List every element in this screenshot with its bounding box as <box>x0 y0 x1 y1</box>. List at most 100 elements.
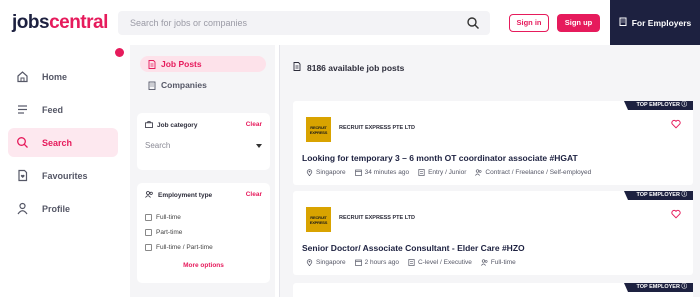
home-icon <box>16 70 42 83</box>
job-category-clear-button[interactable]: Clear <box>246 121 262 128</box>
top-employer-label: TOP EMPLOYER <box>636 102 680 108</box>
top-employer-label: TOP EMPLOYER <box>636 192 680 198</box>
job-category-select[interactable]: Search <box>145 138 262 154</box>
info-icon: ⓘ <box>681 284 687 290</box>
heart-icon[interactable] <box>671 116 681 129</box>
document-icon <box>293 62 301 73</box>
nav-label-feed: Feed <box>42 104 64 115</box>
job-card[interactable]: TOP EMPLOYER ⓘ <box>293 283 693 297</box>
top-employer-badge: TOP EMPLOYER ⓘ <box>624 101 693 110</box>
search-bar <box>118 11 490 35</box>
job-level-text: Entry / Junior <box>428 169 467 176</box>
checkbox-label: Full-time <box>156 214 181 221</box>
job-level: Entry / Junior <box>418 169 466 176</box>
checkbox[interactable] <box>145 229 152 236</box>
company-logo[interactable]: RECRUIT EXPRESS <box>306 117 331 142</box>
for-employers-button[interactable]: For Employers <box>610 0 700 45</box>
building-icon <box>148 81 156 90</box>
nav-item-profile[interactable]: Profile <box>8 194 118 223</box>
employment-type-label: Employment type <box>158 192 213 199</box>
job-location: Singapore <box>306 169 346 176</box>
search-icon <box>16 136 42 149</box>
nav-item-feed[interactable]: Feed <box>8 95 118 124</box>
job-type: Contract / Freelance / Self-employed <box>475 169 591 176</box>
job-type-text: Contract / Freelance / Self-employed <box>485 169 592 176</box>
results-count: 8186 available job posts <box>293 62 404 73</box>
job-posted-time: 2 hours ago <box>354 259 399 266</box>
sign-in-button[interactable]: Sign in <box>509 14 549 32</box>
info-icon: ⓘ <box>681 102 687 108</box>
company-logo[interactable]: RECRUIT EXPRESS <box>306 207 331 232</box>
job-posted-time: 34 minutes ago <box>354 169 410 176</box>
profile-icon <box>16 202 42 215</box>
company-logo-text: RECRUIT EXPRESS <box>309 214 328 225</box>
for-employers-label: For Employers <box>631 17 692 28</box>
notification-badge[interactable] <box>115 48 124 57</box>
level-icon <box>408 259 415 266</box>
checkbox-full-time[interactable]: Full-time <box>145 214 181 221</box>
checkbox-label: Part-time <box>156 229 183 236</box>
search-icon[interactable] <box>466 16 480 30</box>
feed-icon <box>16 103 42 116</box>
logo-text-jobs: jobs <box>12 12 50 33</box>
employment-type-title: Employment type <box>145 191 212 200</box>
job-card[interactable]: TOP EMPLOYER ⓘ RECRUIT EXPRESS RECRUIT E… <box>293 101 693 185</box>
job-posted-text: 2 hours ago <box>364 259 399 266</box>
job-card[interactable]: TOP EMPLOYER ⓘ RECRUIT EXPRESS RECRUIT E… <box>293 191 693 275</box>
more-options-link[interactable]: More options <box>137 262 270 269</box>
job-meta: Singapore 2 hours ago C-level / Executiv… <box>306 259 525 266</box>
nav-label-search: Search <box>42 137 73 148</box>
favourites-icon <box>16 169 42 182</box>
job-location: Singapore <box>306 259 346 266</box>
job-level: C-level / Executive <box>408 259 472 266</box>
checkbox[interactable] <box>145 244 152 251</box>
employment-type-clear-button[interactable]: Clear <box>246 191 262 198</box>
job-title[interactable]: Senior Doctor/ Associate Consultant - El… <box>302 243 525 253</box>
nav-item-favourites[interactable]: Favourites <box>8 161 118 190</box>
job-level-text: C-level / Executive <box>417 259 472 266</box>
nav-label-favourites: Favourites <box>42 170 88 181</box>
nav-item-search[interactable]: Search <box>8 128 118 157</box>
people-icon <box>145 191 154 200</box>
tab-job-posts[interactable]: Job Posts <box>140 56 266 72</box>
filters-panel: Job Posts Companies Job category Clear S… <box>130 45 275 297</box>
employment-type-filter: Employment type Clear Full-time Part-tim… <box>137 183 270 283</box>
calendar-icon <box>354 169 362 176</box>
briefcase-icon <box>145 121 153 130</box>
calendar-icon <box>354 259 362 266</box>
job-type-text: Full-time <box>490 259 516 266</box>
tab-companies[interactable]: Companies <box>140 77 266 93</box>
checkbox[interactable] <box>145 214 152 221</box>
company-name[interactable]: RECRUIT EXPRESS PTE LTD <box>339 125 415 131</box>
top-header: jobscentral Sign in Sign up For Employer… <box>0 0 700 45</box>
company-name[interactable]: RECRUIT EXPRESS PTE LTD <box>339 215 415 221</box>
nav-label-profile: Profile <box>42 203 71 214</box>
jobscentral-logo[interactable]: jobscentral <box>12 12 108 34</box>
sign-up-button[interactable]: Sign up <box>557 14 600 32</box>
tab-job-posts-label: Job Posts <box>161 59 202 69</box>
location-pin-icon <box>306 259 313 266</box>
job-category-filter: Job category Clear Search <box>137 113 270 170</box>
job-posted-text: 34 minutes ago <box>364 169 410 176</box>
top-employer-badge: TOP EMPLOYER ⓘ <box>624 191 693 200</box>
job-location-text: Singapore <box>316 169 346 176</box>
search-input[interactable] <box>118 11 448 35</box>
level-icon <box>418 169 425 176</box>
results-count-text: 8186 available job posts <box>307 62 405 73</box>
checkbox-full-time-part-time[interactable]: Full-time / Part-time <box>145 244 213 251</box>
left-navigation: Home Feed Search Favourites Profile <box>0 45 125 297</box>
company-logo-text: RECRUIT EXPRESS <box>309 124 328 135</box>
job-category-title: Job category <box>145 121 197 130</box>
job-category-placeholder: Search <box>145 141 171 150</box>
heart-icon[interactable] <box>671 206 681 219</box>
checkbox-label: Full-time / Part-time <box>156 244 213 251</box>
chevron-down-icon <box>256 144 262 148</box>
job-results-panel: 8186 available job posts TOP EMPLOYER ⓘ … <box>280 45 700 297</box>
document-icon <box>148 59 156 69</box>
tab-companies-label: Companies <box>161 80 207 90</box>
checkbox-part-time[interactable]: Part-time <box>145 229 182 236</box>
nav-item-home[interactable]: Home <box>8 62 118 91</box>
job-title[interactable]: Looking for temporary 3 – 6 month OT coo… <box>302 153 578 163</box>
building-icon <box>619 17 627 28</box>
info-icon: ⓘ <box>681 192 687 198</box>
